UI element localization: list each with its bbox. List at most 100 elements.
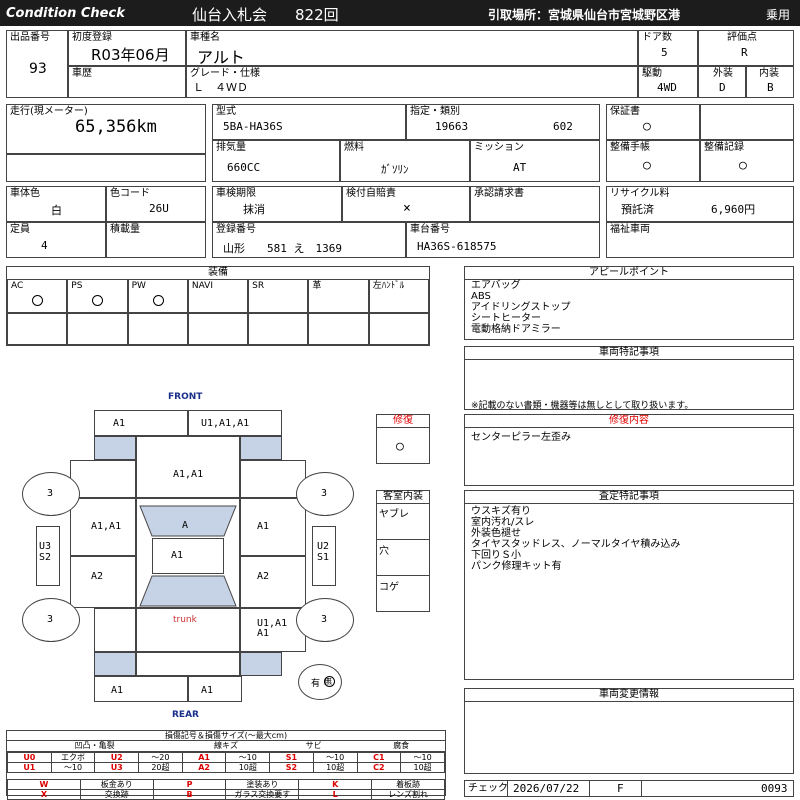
changes-title: 車両変更情報 [465, 689, 793, 702]
repair-content-text: センターピラー左歪み [471, 432, 571, 443]
capacity-label: 定員 [10, 224, 30, 235]
equipment-empty-cell [248, 313, 309, 345]
plate-value: 山形 581 え 1369 [223, 242, 342, 255]
warranty-value: ○ [643, 119, 651, 134]
spec-label: 指定・類別 [410, 106, 460, 117]
mileage-value: 65,356km [75, 117, 157, 137]
inspection-label: 車検期限 [216, 188, 256, 199]
int-label: 内装 [759, 68, 779, 79]
manual-value: ○ [643, 158, 651, 173]
tire-rear-left: 3 [22, 598, 80, 642]
drive-label: 駆動 [642, 68, 662, 79]
equipment-label: 左ﾊﾝﾄﾞﾙ [372, 281, 405, 291]
damage-code: A1 [201, 685, 214, 696]
capacity-box: 定員 4 [6, 222, 106, 258]
assessment-line: 下回りＳ小 [471, 550, 521, 561]
tire-depth: 3 [321, 614, 328, 625]
legend-group: サビ [305, 741, 322, 750]
history-label: 車歴 [72, 68, 92, 79]
trunk-label: trunk [173, 615, 197, 625]
appeal-line: エアバッグ [471, 280, 521, 291]
repair-flag-box: 修復 ○ [376, 414, 430, 464]
legend-table-2: W 板金あり P 塗装あり K 着板跡 X 交換跡 B ガラス交換要す L レンズ割れ [7, 779, 445, 800]
first-reg-label: 初度登録 [72, 32, 112, 43]
recycle-box: リサイクル料 預託済 6,960円 [606, 186, 794, 222]
front-left-corner [94, 436, 136, 460]
mileage-box: 走行(現メーター) 65,356km [6, 104, 206, 154]
legend-table: U0 エクボ U2 〜20 A1 〜10 S1 〜10 C1 〜10 U1 〜10 U3 20超 A2 10超… [7, 752, 445, 773]
ext-box: 外装 D [698, 66, 746, 98]
interior-box: 客室内装 ヤブレ 穴 コゲ [376, 490, 430, 612]
auction-name: 仙台入札会 [192, 6, 268, 24]
appeal-line: アイドリングストップ [471, 302, 571, 313]
damage-code: U2 S1 [317, 541, 330, 563]
grade-label: 評価点 [727, 32, 757, 43]
color-value: 白 [51, 204, 62, 217]
car-diagram: FRONT REAR A1 U1,A1,A1 A1,A1 A1,A1 A1 A … [0, 388, 376, 724]
legend-desc: 〜20 [138, 752, 183, 763]
color-code-box: 色コード 26U [106, 186, 206, 222]
legend-code: X [7, 789, 81, 800]
trim-box: グレード・仕様 Ｌ ４ＷＤ [186, 66, 638, 98]
damage-code: A1,A1 [91, 521, 122, 532]
lot-box: 出品番号 93 [6, 30, 68, 98]
color-box: 車体色 白 [6, 186, 106, 222]
equipment-label: AC [11, 281, 24, 291]
ext-value: D [719, 81, 726, 94]
legend-code: U1 [7, 762, 52, 773]
front-left-panel: A1 [94, 410, 188, 436]
footer-divider [507, 781, 508, 796]
class-value: 602 [553, 120, 573, 133]
tire-depth: 3 [47, 488, 54, 499]
front-right-panel: U1,A1,A1 [188, 410, 282, 436]
disp-label: 排気量 [216, 142, 246, 153]
rear-label: REAR [172, 710, 199, 720]
equipment-label: PS [71, 281, 83, 291]
model-value: 5BA-HA36S [223, 120, 283, 133]
load-box: 積載量 [106, 222, 206, 258]
chassis-value: HA36S-618575 [417, 240, 497, 253]
legend-code: B [152, 789, 227, 800]
damage-code: A1 [171, 550, 184, 561]
insurance-box: 検付自賠責 × [342, 186, 470, 222]
front-right-corner [240, 436, 282, 460]
assessment-box: 査定特記事項 ウスキズ有り 室内汚れ/スレ 外装色褪せ タイヤスタッドレス、ノーマルタ… [464, 490, 794, 680]
changes-box: 車両変更情報 [464, 688, 794, 774]
drive-value: 4WD [657, 81, 677, 94]
legend-desc: 10超 [225, 762, 271, 773]
interior-item: コゲ [379, 582, 399, 593]
warranty-label: 保証書 [610, 106, 640, 117]
equipment-empty-cell [368, 313, 429, 345]
first-reg-box: 初度登録 R03年06月 [68, 30, 186, 66]
pickup-location: 引取場所：宮城県仙台市宮城野区港 [488, 8, 681, 22]
rear-bumper-right: A1 [188, 676, 242, 702]
equipment-cell: PW [127, 279, 188, 313]
mileage-label: 走行(現メーター) [10, 106, 88, 117]
rear-left-corner [94, 652, 136, 676]
equipment-empty-cell [187, 313, 249, 345]
legend-code: U3 [94, 762, 140, 773]
category-label: 乗用 [766, 8, 791, 22]
equipment-empty-cell [7, 313, 68, 345]
disp-value: 660CC [227, 161, 261, 174]
interior-divider [377, 539, 429, 540]
mileage-sub [6, 154, 206, 182]
car-name-value: アルト [197, 48, 245, 67]
recycle-label: リサイクル料 [610, 188, 670, 199]
chassis-box: 車台番号 HA36S-618575 [406, 222, 600, 258]
spare-absent: 無 [324, 677, 332, 686]
assessment-line: パンク修理キット有 [471, 561, 562, 572]
disp-box: 排気量 660CC [212, 140, 340, 182]
repair-content-title: 修復内容 [465, 415, 793, 428]
fuel-value: ｶﾞｿﾘﾝ [381, 163, 409, 176]
damage-code: A2 [257, 571, 270, 582]
model-label: 型式 [216, 106, 236, 117]
approval-label: 承認請求書 [474, 188, 524, 199]
special-box: 車両特記事項 ※記載のない書類・機器等は無しとして取り扱います。 [464, 346, 794, 411]
mission-box: ミッション AT [470, 140, 600, 182]
left-side-sill: U3 S2 [36, 526, 60, 586]
damage-code: A2 [91, 571, 104, 582]
rear-right-corner [240, 652, 282, 676]
legend-title: 損傷記号＆損傷サイズ(〜最大cm) [7, 731, 445, 741]
legend-desc: レンズ割れ [371, 789, 445, 800]
